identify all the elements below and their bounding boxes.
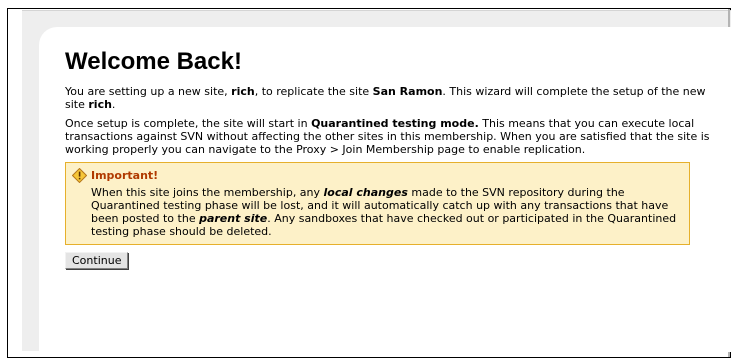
site-name-repeat: rich — [88, 98, 112, 111]
intro-text-2: , to replicate the site — [254, 85, 373, 98]
intro-text-1: You are setting up a new site, — [65, 85, 232, 98]
intro-text-4: . — [111, 98, 116, 111]
notice-text-1: When this site joins the membership, any — [91, 186, 324, 199]
notice-header: Important! — [71, 167, 683, 184]
mode-text-1: Once setup is complete, the site will st… — [65, 117, 312, 130]
notice-title: Important! — [91, 169, 159, 182]
wizard-content: Welcome Back! You are setting up a new s… — [65, 48, 717, 269]
local-changes-emphasis: local changes — [323, 186, 408, 199]
notice-body: When this site joins the membership, any… — [91, 186, 683, 238]
intro-paragraph: You are setting up a new site, rich, to … — [65, 85, 717, 111]
site-name: rich — [231, 85, 255, 98]
important-notice: Important! When this site joins the memb… — [65, 162, 690, 245]
mode-paragraph: Once setup is complete, the site will st… — [65, 117, 717, 156]
source-site-name: San Ramon — [372, 85, 443, 98]
parent-site-emphasis: parent site — [199, 212, 268, 225]
page-title: Welcome Back! — [65, 48, 242, 75]
warning-diamond-icon — [71, 167, 88, 184]
continue-button[interactable]: Continue — [65, 252, 129, 269]
mode-name: Quarantined testing mode. — [311, 117, 479, 130]
